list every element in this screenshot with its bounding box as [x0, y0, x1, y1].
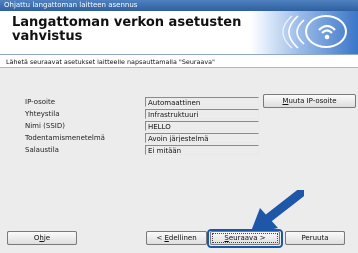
- next-label: euraava >: [228, 234, 266, 242]
- help-label-end: je: [43, 234, 51, 242]
- help-button[interactable]: Ohje: [7, 231, 77, 245]
- wifi-icon: [305, 15, 347, 48]
- encryption-value: Ei mitään: [145, 145, 259, 155]
- window-titlebar: Ohjattu langattoman laitteen asennus: [0, 0, 358, 11]
- back-label-end: dellinen: [168, 234, 197, 242]
- header-banner: Langattoman verkon asetusten vahvistus: [0, 11, 358, 54]
- connection-mode-label: Yhteystila: [25, 110, 60, 118]
- authentication-value: Avoin järjestelmä: [145, 133, 259, 143]
- back-button[interactable]: < Edellinen: [146, 231, 207, 245]
- signal-arcs-icon: [282, 15, 305, 49]
- cancel-button[interactable]: Peruuta: [285, 231, 345, 245]
- authentication-label: Todentamismenetelmä: [25, 134, 105, 142]
- instruction-text: Lähetä seuraavat asetukset laitteelle na…: [0, 54, 358, 68]
- encryption-label: Salaustila: [25, 146, 59, 154]
- change-ip-button[interactable]: Muuta IP-osoite: [263, 94, 356, 108]
- page-title: Langattoman verkon asetusten vahvistus: [12, 15, 242, 44]
- ip-address-label: IP-osoite: [25, 98, 55, 106]
- brand-panel: [250, 11, 358, 54]
- ip-address-value: Automaattinen: [145, 97, 259, 107]
- next-button[interactable]: Seuraava >: [210, 231, 280, 245]
- ssid-value: HELLO: [145, 121, 259, 131]
- ssid-label: Nimi (SSID): [25, 122, 65, 130]
- connection-mode-value: Infrastruktuuri: [145, 109, 259, 119]
- window-title: Ohjattu langattoman laitteen asennus: [4, 1, 138, 9]
- wizard-window: Ohjattu langattoman laitteen asennus Lan…: [0, 0, 358, 253]
- change-ip-label: uuta IP-osoite: [288, 97, 337, 105]
